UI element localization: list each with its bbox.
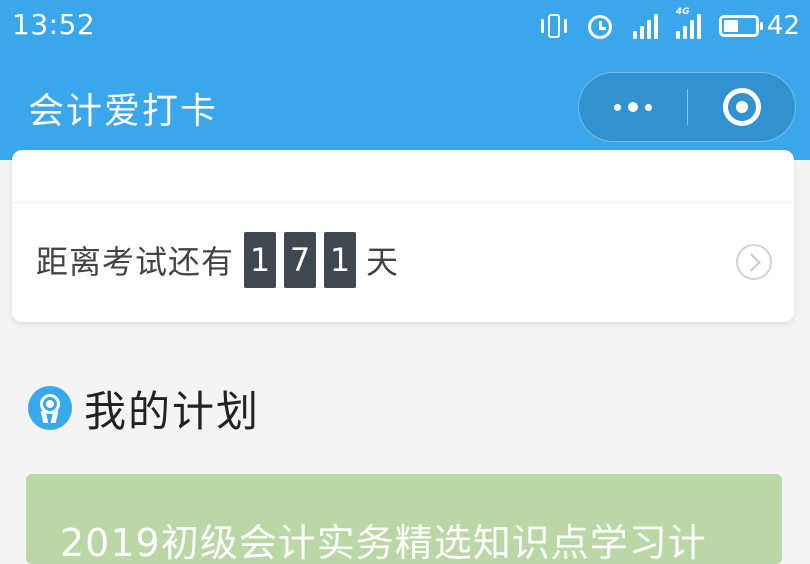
card-top-strip — [12, 160, 794, 200]
my-plan-header: 我的计划 — [28, 380, 260, 436]
target-close-icon — [723, 88, 761, 126]
top-header: 13:52 4G 42 会计爱打卡 — [0, 0, 810, 160]
alarm-clock-icon — [585, 11, 615, 41]
battery-level: 42 — [766, 11, 800, 41]
status-time: 13:52 — [12, 8, 96, 41]
vibrate-icon — [540, 11, 567, 41]
plan-card[interactable]: 2019初级会计实务精选知识点学习计 — [26, 474, 782, 564]
countdown-prefix: 距离考试还有 — [36, 243, 235, 281]
countdown-digit: 1 — [244, 232, 277, 288]
countdown-card[interactable]: 距离考试还有 1 7 1 天 — [12, 150, 794, 322]
network-type-label: 4G — [675, 7, 690, 17]
status-bar: 13:52 4G 42 — [0, 0, 810, 54]
section-title: 我的计划 — [84, 386, 261, 436]
card-divider — [12, 202, 794, 203]
signal-icon — [632, 13, 658, 39]
countdown-suffix: 天 — [366, 243, 399, 281]
status-icons: 4G 42 — [540, 6, 800, 46]
countdown-digit: 7 — [284, 232, 317, 288]
signal-4g-icon: 4G — [675, 7, 701, 39]
battery-indicator: 42 — [718, 11, 800, 41]
close-mini-program-button[interactable] — [688, 73, 796, 141]
countdown-digit: 1 — [324, 232, 357, 288]
page-title: 会计爱打卡 — [28, 91, 219, 132]
mini-program-capsule — [578, 72, 796, 142]
more-dots-icon — [614, 103, 621, 111]
exam-countdown: 距离考试还有 1 7 1 天 — [36, 232, 398, 288]
battery-icon — [718, 15, 763, 37]
medal-icon — [28, 386, 72, 430]
more-menu-button[interactable] — [579, 73, 687, 141]
chevron-right-icon[interactable] — [736, 244, 772, 280]
countdown-digits: 1 7 1 — [244, 232, 357, 288]
plan-title: 2019初级会计实务精选知识点学习计 — [60, 521, 707, 564]
